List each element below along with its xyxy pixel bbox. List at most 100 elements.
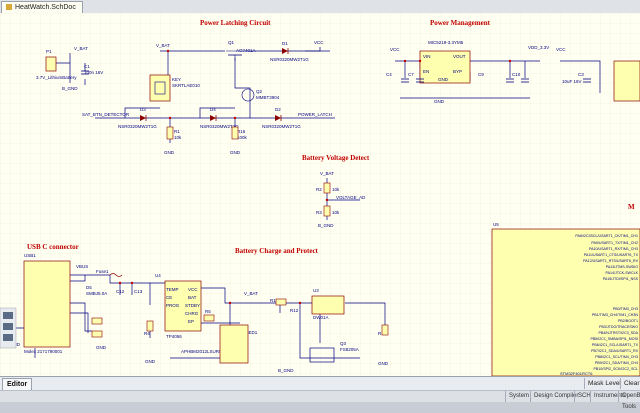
q1-designator: Q1 bbox=[228, 40, 235, 45]
bgnd-net-label: B_GND bbox=[62, 86, 78, 91]
mcu-pin-pa8: PA8/I2C3SCL/USART1_CK/TIM1_CH1 bbox=[575, 234, 638, 238]
p1-connector[interactable] bbox=[45, 56, 57, 72]
u4-pin-bat: BAT bbox=[188, 295, 197, 300]
usb-cc1-resistor[interactable] bbox=[91, 317, 103, 325]
r2-designator: R2 bbox=[316, 187, 322, 192]
status-system[interactable]: System bbox=[505, 391, 532, 402]
r3-designator: R3 bbox=[316, 210, 322, 215]
r2-resistor[interactable] bbox=[323, 182, 331, 194]
r1-designator: R1 bbox=[174, 129, 180, 134]
vbat-net-label: V_BAT bbox=[74, 46, 88, 51]
q3-designator: Q3 bbox=[340, 341, 347, 346]
mcu-pin-pb6: PB6/I2C1_SCL/USART1_TX bbox=[592, 343, 639, 347]
mcu-pin-pb2: PB2/BOOT1 bbox=[618, 319, 638, 323]
schematic-canvas[interactable]: Power Latching Circuit Power Management … bbox=[0, 13, 640, 376]
mcu-pin-pb3: PB3/JTDO/TRACESWO bbox=[599, 325, 638, 329]
r11-resistor[interactable] bbox=[275, 298, 287, 306]
power-latch-net-label: POWER_LATCH bbox=[298, 112, 332, 117]
bgnd-label-charge: B_GND bbox=[278, 368, 294, 373]
c13-designator: C13 bbox=[134, 289, 143, 294]
section-title-power-management: Power Management bbox=[430, 19, 491, 27]
bottom-panel-bar: Editor Mask Level Clear bbox=[0, 376, 640, 391]
mcu-pin-pb9: PB9/I2C1_SDA/TIM4_CH4 bbox=[595, 361, 638, 365]
u4-pin-vcc: VCC bbox=[188, 287, 198, 292]
document-tab[interactable]: HeatWatch.SchDoc bbox=[1, 1, 83, 13]
mcu-pin-pb10: PB10/SPI2_SCK/I2C2_SCL bbox=[593, 367, 638, 371]
r13-resistor[interactable] bbox=[381, 324, 389, 336]
gnd-label-pm: GND bbox=[434, 99, 445, 104]
c4-designator: C4 bbox=[386, 72, 392, 77]
r4-resistor[interactable] bbox=[146, 320, 154, 332]
section-title-battery-voltage: Battery Voltage Detect bbox=[302, 154, 370, 162]
u4-pin-ce: CE bbox=[166, 295, 172, 300]
mcu-pin-pb0: PB0/TIM3_CH3 bbox=[613, 307, 638, 311]
r4-designator: R4 bbox=[144, 331, 150, 336]
r1-resistor[interactable] bbox=[166, 126, 174, 140]
q3-part: FS8205A bbox=[340, 347, 359, 352]
c10-designator: C10 bbox=[512, 72, 521, 77]
r5-resistor[interactable] bbox=[203, 314, 215, 322]
usb-part: Molex 2171790001 bbox=[24, 349, 63, 354]
ldo-pin-gnd: GND bbox=[438, 77, 449, 82]
gnd-label-charge: GND bbox=[378, 361, 389, 366]
key-designator: KEY bbox=[172, 77, 181, 82]
document-tab-bar: HeatWatch.SchDoc bbox=[0, 0, 640, 14]
mask-level-button[interactable]: Mask Level bbox=[584, 378, 624, 389]
vbat-net-label-2: V_BAT bbox=[156, 43, 170, 48]
u4-pin-stdby: STDBY bbox=[185, 303, 200, 308]
mcu-pin-pa13: PA13/JTMS-SWDIO bbox=[606, 265, 638, 269]
mcu-pin-pa15: PA15/JTDI/SPI1_NSS bbox=[603, 277, 639, 281]
section-title-mcu-partial: M bbox=[628, 203, 635, 211]
toolbar-icons[interactable] bbox=[3, 312, 13, 341]
key-switch[interactable] bbox=[149, 74, 171, 102]
u2-boost-converter[interactable] bbox=[613, 60, 640, 102]
u4-designator: U4 bbox=[155, 273, 161, 278]
usb-cc2-resistor[interactable] bbox=[91, 330, 103, 338]
d3-designator: D3 bbox=[140, 107, 146, 112]
d2-designator: D2 bbox=[275, 107, 281, 112]
r5-designator: R5 bbox=[205, 309, 211, 314]
mcu-pin-pb8: PB8/I2C1_SCL/TIM4_CH3 bbox=[595, 355, 638, 359]
q2-designator: Q2 bbox=[256, 89, 263, 94]
sat-btn-net-label: SAT_BTN_DETECTOR bbox=[82, 112, 130, 117]
ldo-pin-byp: BYP bbox=[453, 69, 462, 74]
status-bar: System Design Compiler SCH Instruments O… bbox=[0, 390, 640, 410]
d4-designator: D4 bbox=[210, 107, 216, 112]
usb1-connector[interactable] bbox=[23, 260, 71, 348]
ldo-pin-en: EN bbox=[423, 69, 429, 74]
gnd-label-latch-1: GND bbox=[164, 150, 175, 155]
vdd-33-net-label: VDD_3.3V bbox=[528, 45, 549, 50]
r16-resistor[interactable] bbox=[231, 126, 239, 140]
vbat-net-label-charge: V_BAT bbox=[244, 291, 258, 296]
vbat-net-label-bv: V_BAT bbox=[320, 171, 334, 176]
q1-part: AO3401A bbox=[236, 48, 256, 53]
u3-protection-ic[interactable] bbox=[311, 295, 345, 315]
r3-resistor[interactable] bbox=[323, 205, 331, 217]
r3-value: 10k bbox=[332, 210, 340, 215]
d5-designator: D5 bbox=[86, 285, 92, 290]
document-tab-label: HeatWatch.SchDoc bbox=[15, 4, 76, 11]
u5-designator: U5 bbox=[493, 222, 499, 227]
gnd-label-latch-2: GND bbox=[230, 150, 241, 155]
r16-value: 100k bbox=[237, 135, 248, 140]
led1-dual-led[interactable] bbox=[219, 324, 249, 364]
u4-pin-temp: TEMP bbox=[166, 287, 179, 292]
r2-value: 10k bbox=[332, 187, 340, 192]
mcu-pin-pb7: PB7/I2C1_SDA/USART1_RX bbox=[591, 349, 638, 353]
section-title-power-latching: Power Latching Circuit bbox=[200, 19, 271, 27]
p1-description: 3.7V_LithiumBattery bbox=[36, 75, 77, 80]
vcc-net-label-latch: VCC bbox=[314, 40, 324, 45]
status-openbus[interactable]: OpenBus Tools bbox=[618, 391, 640, 410]
c1-designator: C1 bbox=[84, 64, 90, 69]
mcu-pin-pb5: PB5/I2C1_SMBA/SPI1_MOSI bbox=[590, 337, 638, 341]
d1-part: NSR0320MW2T1G bbox=[270, 57, 309, 62]
gnd-label-usb: GND bbox=[96, 345, 107, 350]
mcu-pin-pa14: PA14/JTCK-SWCLK bbox=[606, 271, 639, 275]
clear-button[interactable]: Clear bbox=[620, 378, 640, 389]
mcu-pin-pa9: PA9/USART1_TX/TIM1_CH2 bbox=[591, 241, 638, 245]
u5-mcu[interactable] bbox=[491, 228, 640, 376]
u4-pin-chrg: CHRG bbox=[185, 311, 199, 316]
ldo-part: MIC5219-3.3YM5 bbox=[428, 40, 464, 45]
usb1-designator: USB1 bbox=[24, 253, 36, 258]
vbus-net-label: VBUS bbox=[76, 264, 88, 269]
